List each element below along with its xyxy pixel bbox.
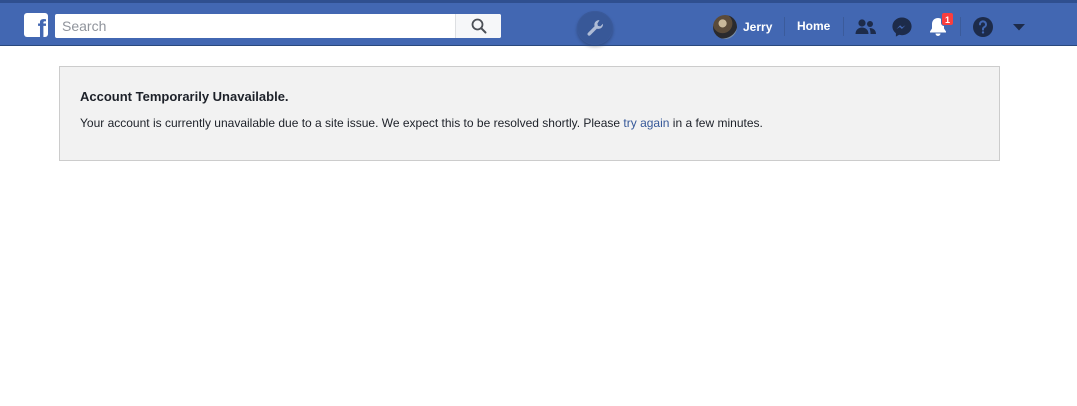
- account-unavailable-notice: Account Temporarily Unavailable. Your ac…: [59, 66, 1000, 161]
- tools-button[interactable]: [577, 11, 613, 45]
- messages-button[interactable]: [890, 15, 914, 39]
- search-input[interactable]: [55, 14, 453, 38]
- profile-link[interactable]: Jerry: [713, 15, 772, 39]
- nav-divider: [784, 17, 785, 36]
- facebook-logo-icon[interactable]: f: [24, 13, 48, 37]
- topbar-bottom-border: [0, 45, 1077, 46]
- top-navigation-bar: f Jerry Home: [0, 0, 1077, 46]
- notice-title: Account Temporarily Unavailable.: [80, 89, 289, 104]
- caret-down-icon: [1013, 24, 1025, 31]
- help-button[interactable]: [971, 15, 995, 39]
- nav-divider: [960, 17, 961, 36]
- avatar: [713, 15, 737, 39]
- account-menu-button[interactable]: [1007, 15, 1031, 39]
- friend-requests-button[interactable]: [854, 15, 878, 39]
- notification-count-badge: 1: [941, 12, 954, 26]
- nav-divider: [843, 17, 844, 36]
- search-box: [55, 14, 501, 38]
- friend-requests-icon: [855, 19, 876, 34]
- search-button[interactable]: [455, 14, 501, 38]
- profile-name: Jerry: [743, 20, 773, 34]
- try-again-link[interactable]: try again: [623, 116, 669, 130]
- home-link[interactable]: Home: [797, 19, 830, 33]
- notice-message-start: Your account is currently unavailable du…: [80, 116, 624, 130]
- search-icon: [471, 18, 486, 34]
- help-icon: [973, 17, 993, 37]
- logo-letter: f: [37, 15, 46, 38]
- notice-message-end: in a few minutes.: [669, 116, 763, 130]
- wrench-icon: [587, 20, 604, 36]
- notice-message: Your account is currently unavailable du…: [80, 116, 763, 130]
- messenger-icon: [892, 17, 912, 37]
